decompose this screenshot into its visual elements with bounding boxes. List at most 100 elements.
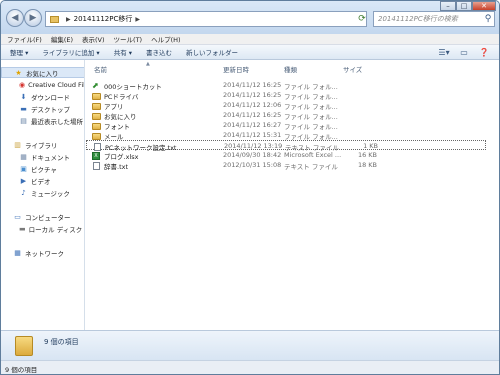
search-icon[interactable]: ⚲ [482, 13, 494, 25]
file-date: 2014/11/12 16:25 [223, 81, 282, 89]
folder-icon [92, 122, 101, 130]
forward-button[interactable]: ▶ [24, 9, 42, 27]
file-date: 2014/11/12 13:19 [224, 142, 283, 150]
breadcrumb-folder[interactable]: 20141112PC移行 [74, 14, 133, 24]
file-date: 2012/10/31 15:08 [223, 161, 282, 169]
desktop-icon: ▬ [20, 104, 27, 113]
documents-icon: ▦ [20, 152, 27, 161]
view-options-icon[interactable]: ☰▾ [437, 47, 451, 58]
table-row[interactable]: アプリ 2014/11/12 12:06 ファイル フォル... [86, 100, 486, 111]
refresh-icon: ⟳ [358, 14, 366, 24]
table-row[interactable]: PCドライバ 2014/11/12 16:25 ファイル フォル... [86, 90, 486, 101]
column-header-type[interactable]: 種類 [284, 64, 297, 74]
minimize-button[interactable]: – [440, 1, 456, 11]
computer-icon: ▭ [14, 212, 21, 221]
file-size: 16 KB [357, 151, 377, 159]
folder-icon [92, 112, 101, 120]
videos-icon: ▶ [20, 176, 27, 185]
file-size: 1 KB [363, 142, 378, 150]
music-icon: ♪ [21, 188, 26, 197]
status-item-count: 9 個の項目 [5, 366, 38, 374]
status-bar: 9 個の項目 [1, 360, 499, 374]
table-row[interactable]: X ブログ.xlsx 2014/09/30 18:42 Microsoft Ex… [86, 150, 486, 161]
nav-local-disk[interactable]: ▬ ローカル ディスク (C:) [1, 223, 84, 234]
nav-network[interactable]: ▦ ネットワーク [1, 247, 84, 258]
menu-file[interactable]: ファイル(F) [7, 34, 42, 44]
nav-downloads[interactable]: ⬇ ダウンロード [1, 91, 84, 102]
nav-libraries[interactable]: ▥ ライブラリ [1, 139, 84, 150]
nav-pictures[interactable]: ▣ ピクチャ [1, 163, 84, 174]
file-list: 名前 ▲ 更新日時 種類 サイズ ⬈ 000ショートカット 2014/11/12… [86, 60, 499, 330]
column-header-size[interactable]: サイズ [343, 64, 362, 74]
refresh-button[interactable]: ⟳ [356, 12, 368, 26]
burn-button[interactable]: 書き込む [146, 47, 172, 57]
nav-computer-label: コンピューター [25, 213, 71, 222]
details-pane: 9 個の項目 [1, 330, 499, 360]
nav-pictures-label: ピクチャ [31, 165, 57, 174]
chevron-right-icon[interactable]: ▶ [66, 16, 71, 23]
table-row[interactable]: フォント 2014/11/12 16:27 ファイル フォル... [86, 120, 486, 131]
star-icon: ★ [15, 68, 22, 77]
forward-arrow-icon: ▶ [29, 13, 37, 23]
chevron-right-icon[interactable]: ▶ [135, 16, 140, 23]
creative-cloud-icon: ◉ [19, 80, 26, 89]
menu-view[interactable]: 表示(V) [82, 34, 105, 44]
organize-button[interactable]: 整理 ▾ [10, 47, 28, 57]
folder-icon [92, 102, 101, 110]
nav-music-label: ミュージック [31, 189, 70, 198]
search-input[interactable]: 20141112PC移行の検索 ⚲ [373, 11, 495, 27]
column-header-date[interactable]: 更新日時 [223, 64, 249, 74]
share-button[interactable]: 共有 ▾ [114, 47, 132, 57]
nav-favorites[interactable]: ★ お気に入り [1, 67, 84, 78]
nav-music[interactable]: ♪ ミュージック [1, 187, 84, 198]
nav-videos-label: ビデオ [31, 177, 51, 186]
nav-network-label: ネットワーク [25, 249, 64, 258]
pictures-icon: ▣ [20, 164, 27, 173]
folder-icon [15, 336, 33, 356]
nav-videos[interactable]: ▶ ビデオ [1, 175, 84, 186]
file-size: 18 KB [357, 161, 377, 169]
explorer-window: ◀ ▶ ▶ 20141112PC移行 ▶ ⟳ 20141112PC移行の検索 ⚲… [0, 0, 500, 375]
nav-libraries-label: ライブラリ [25, 141, 58, 150]
recent-places-icon: ▤ [20, 116, 27, 125]
table-row[interactable]: お気に入り 2014/11/12 16:25 ファイル フォル... [86, 110, 486, 121]
new-folder-button[interactable]: 新しいフォルダー [186, 47, 238, 57]
table-row[interactable]: メール 2014/11/12 15:31 ファイル フォル... [86, 130, 486, 141]
table-row[interactable]: ⬈ 000ショートカット 2014/11/12 16:25 ファイル フォル..… [86, 80, 486, 91]
add-to-library-button[interactable]: ライブラリに追加 ▾ [42, 47, 99, 57]
file-name-cell: 辞書.txt [92, 161, 128, 171]
nav-local-disk-label: ローカル ディスク (C:) [28, 225, 84, 234]
table-row[interactable]: PCネットワーク設定.txt 2014/11/12 13:19 テキスト ファイ… [86, 140, 486, 152]
file-date: 2014/09/30 18:42 [223, 151, 282, 159]
menu-tools[interactable]: ツール(T) [114, 34, 143, 44]
title-bar: ◀ ▶ ▶ 20141112PC移行 ▶ ⟳ 20141112PC移行の検索 ⚲… [1, 1, 499, 34]
navigation-pane[interactable]: ★ お気に入り ◉ Creative Cloud Files ⬇ ダウンロード … [1, 60, 85, 330]
folder-icon [92, 132, 101, 140]
nav-creative-cloud-label: Creative Cloud Files [28, 80, 84, 89]
file-date: 2014/11/12 16:25 [223, 91, 282, 99]
nav-desktop[interactable]: ▬ デスクトップ [1, 103, 84, 114]
address-bar[interactable]: ▶ 20141112PC移行 ▶ [45, 11, 367, 27]
nav-documents[interactable]: ▦ ドキュメント [1, 151, 84, 162]
preview-pane-icon[interactable]: ▭ [457, 47, 471, 58]
nav-computer[interactable]: ▭ コンピューター [1, 211, 84, 222]
file-date: 2014/11/12 16:25 [223, 111, 282, 119]
file-date: 2014/11/12 16:27 [223, 121, 282, 129]
file-name: 辞書.txt [104, 163, 129, 171]
table-row[interactable]: 辞書.txt 2012/10/31 15:08 テキスト ファイル 18 KB [86, 160, 486, 171]
window-controls: – □ ✕ [440, 1, 496, 11]
menu-bar: ファイル(F) 編集(E) 表示(V) ツール(T) ヘルプ(H) [1, 34, 499, 45]
nav-creative-cloud[interactable]: ◉ Creative Cloud Files [1, 79, 84, 90]
menu-edit[interactable]: 編集(E) [51, 34, 73, 44]
menu-help[interactable]: ヘルプ(H) [151, 34, 180, 44]
drive-icon: ▬ [19, 224, 26, 233]
back-arrow-icon: ◀ [11, 13, 19, 23]
help-icon[interactable]: ❓ [477, 47, 491, 58]
file-type: Microsoft Excel ... [284, 151, 342, 159]
close-button[interactable]: ✕ [472, 1, 496, 11]
back-button[interactable]: ◀ [6, 9, 24, 27]
nav-recent[interactable]: ▤ 最近表示した場所 [1, 115, 84, 126]
column-header-name[interactable]: 名前 [94, 64, 107, 74]
maximize-button[interactable]: □ [456, 1, 472, 11]
library-icon: ▥ [14, 140, 21, 149]
